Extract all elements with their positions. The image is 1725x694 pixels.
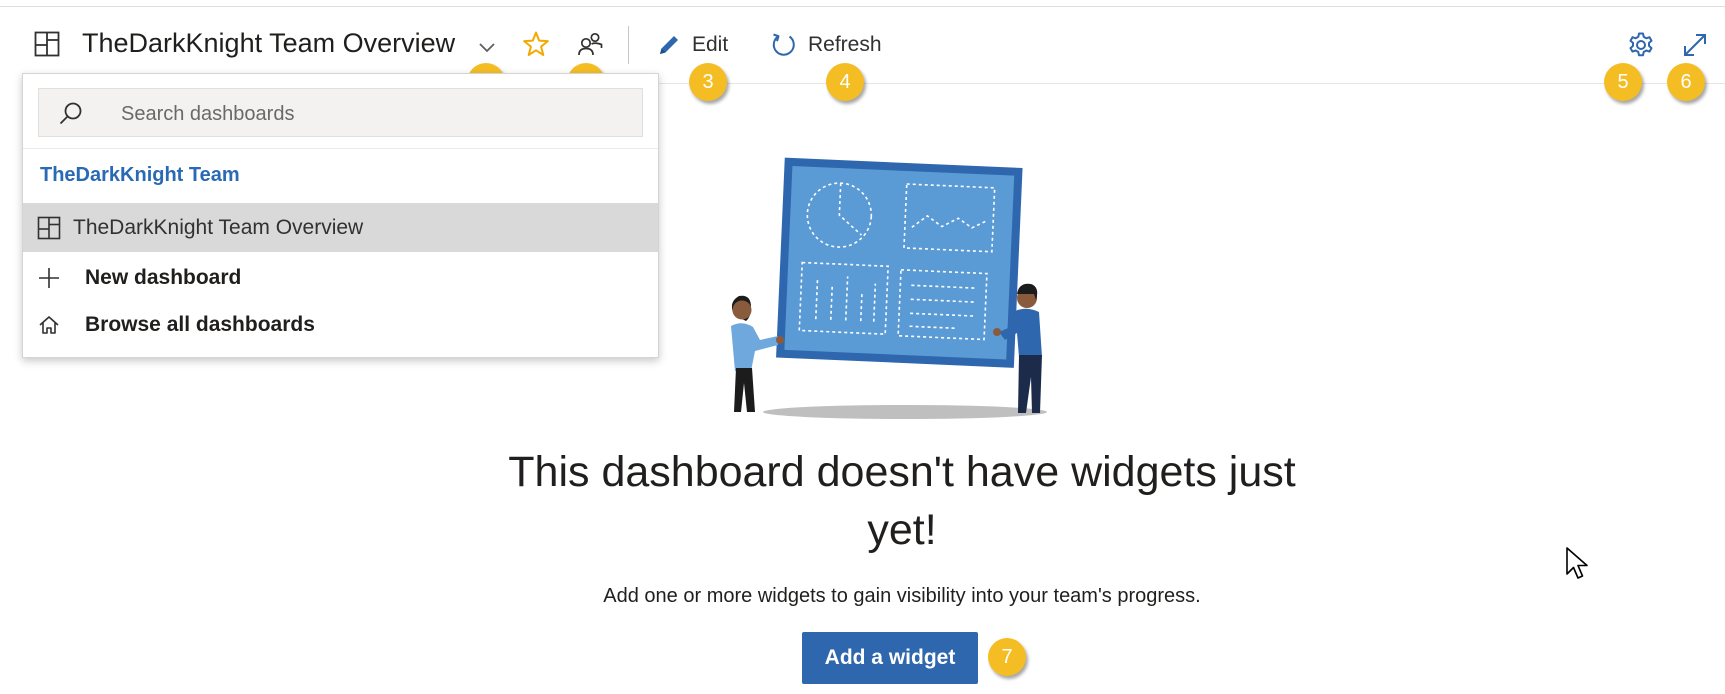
callout-badge: 4: [826, 63, 864, 101]
search-icon: [59, 102, 82, 125]
callout-badge: 5: [1604, 63, 1642, 101]
group-header[interactable]: TheDarkKnight Team: [40, 164, 240, 187]
empty-state-subtitle: Add one or more widgets to gain visibili…: [603, 585, 1201, 607]
empty-state-title: This dashboard doesn't have widgets just…: [508, 448, 1296, 554]
mouse-pointer-icon: [1566, 547, 1588, 579]
dashboard-item-label: TheDarkKnight Team Overview: [73, 215, 364, 239]
gear-icon[interactable]: [1626, 30, 1656, 60]
search-box[interactable]: [38, 88, 643, 137]
chevron-down-icon[interactable]: [476, 36, 498, 58]
top-border: [0, 6, 1725, 7]
browse-dashboards-item[interactable]: Browse all dashboards: [23, 300, 658, 349]
refresh-icon: [772, 33, 795, 56]
dashboard-item-selected[interactable]: TheDarkKnight Team Overview: [23, 203, 658, 252]
callout-badge: 3: [689, 63, 727, 101]
header-divider: [600, 83, 1725, 84]
edit-button[interactable]: Edit: [656, 28, 728, 62]
expand-icon[interactable]: [1680, 30, 1710, 60]
browse-dashboards-label: Browse all dashboards: [85, 312, 315, 336]
dashboard-dropdown: TheDarkKnight Team TheDarkKnight Team Ov…: [22, 73, 659, 358]
add-widget-button[interactable]: Add a widget: [802, 632, 978, 684]
star-icon[interactable]: [522, 30, 550, 58]
new-dashboard-label: New dashboard: [85, 265, 242, 289]
plus-icon: [39, 267, 59, 288]
pencil-icon: [660, 36, 678, 54]
dashboard-title[interactable]: TheDarkKnight Team Overview: [82, 28, 455, 59]
toolbar-separator: [628, 26, 629, 64]
home-icon: [39, 315, 59, 334]
refresh-label: Refresh: [808, 33, 882, 56]
refresh-button[interactable]: Refresh: [770, 28, 882, 62]
empty-dashboard-illustration: [731, 157, 1047, 419]
dashboard-grid-icon: [37, 216, 61, 239]
callout-badge: 7: [988, 638, 1026, 676]
search-divider: [23, 148, 658, 149]
dashboard-grid-icon: [34, 31, 60, 57]
new-dashboard-item[interactable]: New dashboard: [23, 253, 658, 302]
search-input[interactable]: [119, 99, 623, 129]
edit-label: Edit: [692, 33, 729, 56]
team-icon[interactable]: [576, 30, 604, 58]
callout-badge: 6: [1667, 63, 1705, 101]
